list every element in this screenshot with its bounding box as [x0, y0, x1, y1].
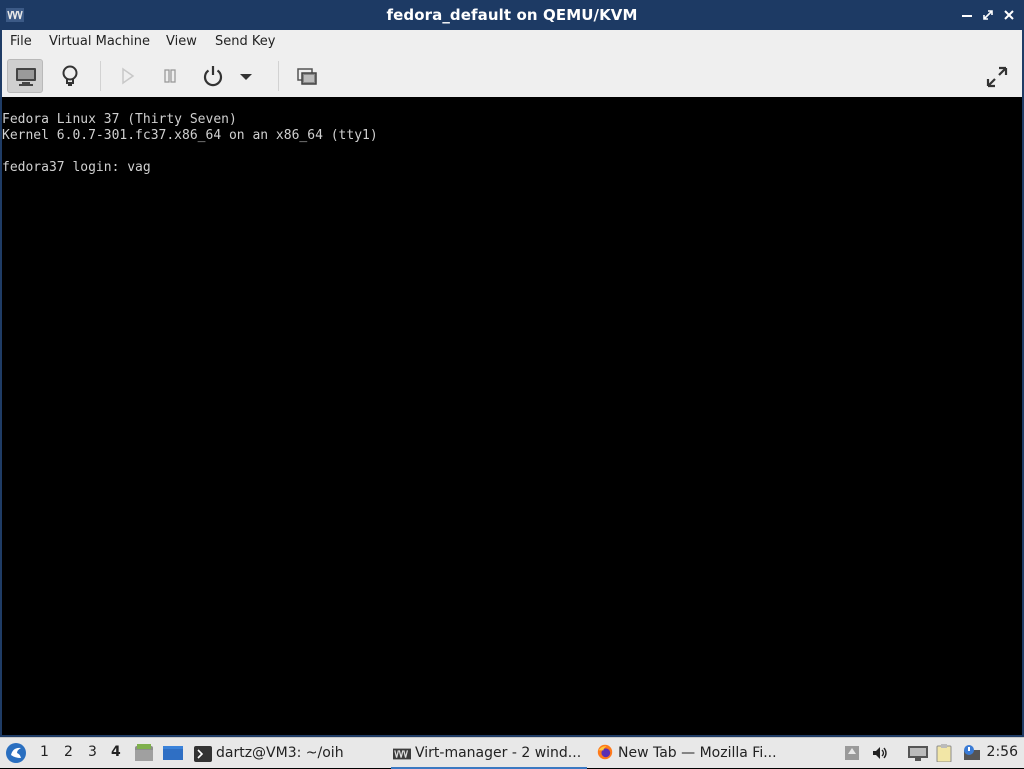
- menu-bar: File Virtual Machine View Send Key: [2, 30, 1022, 56]
- file-manager-icon[interactable]: [134, 743, 154, 763]
- minimize-button[interactable]: [959, 7, 975, 23]
- maximize-button[interactable]: [980, 7, 996, 23]
- title-bar[interactable]: fedora_default on QEMU/KVM: [0, 0, 1024, 30]
- task-label: Virt-manager - 2 wind...: [415, 745, 582, 761]
- maximize-icon: [983, 10, 993, 20]
- console-view-button[interactable]: [7, 59, 43, 93]
- virt-manager-icon: [393, 748, 411, 760]
- workspace-3[interactable]: 3: [88, 744, 97, 760]
- menu-virtual-machine[interactable]: Virtual Machine: [49, 34, 150, 49]
- clock: 2:56: [986, 744, 1018, 760]
- toolbar-separator: [278, 61, 279, 91]
- menu-file[interactable]: File: [10, 34, 32, 49]
- dropdown-arrow-icon: [240, 74, 252, 80]
- terminal-icon: [194, 746, 212, 762]
- play-icon: [122, 67, 135, 85]
- console-text: Fedora Linux 37 (Thirty Seven) Kernel 6.…: [2, 112, 378, 175]
- close-button[interactable]: [1001, 7, 1017, 23]
- snapshots-button[interactable]: [289, 59, 325, 93]
- fullscreen-button[interactable]: [978, 59, 1014, 93]
- clipboard-icon[interactable]: [935, 744, 953, 762]
- task-label: New Tab — Mozilla Fi...: [618, 745, 777, 761]
- pause-icon: [164, 69, 176, 83]
- fullscreen-icon: [986, 66, 1008, 88]
- volume-icon[interactable]: [871, 744, 889, 762]
- menu-view[interactable]: View: [166, 34, 197, 49]
- notifications-icon[interactable]: [961, 744, 983, 762]
- shutdown-menu-button[interactable]: [234, 59, 258, 93]
- minimize-icon: [962, 15, 972, 17]
- task-firefox[interactable]: New Tab — Mozilla Fi...: [594, 741, 790, 767]
- task-terminal[interactable]: dartz@VM3: ~/oih: [192, 741, 382, 767]
- taskbar: 1 2 3 4 dartz@VM3: ~/oih Virt-manager - …: [0, 737, 1024, 769]
- workspace-4[interactable]: 4: [111, 744, 121, 760]
- close-icon: [1004, 10, 1014, 20]
- tray-updates-icon[interactable]: [843, 744, 861, 762]
- show-desktop-icon[interactable]: [162, 743, 184, 763]
- lightbulb-icon: [62, 65, 78, 86]
- network-icon[interactable]: [907, 744, 929, 762]
- vm-window: fedora_default on QEMU/KVM File Virtual …: [0, 0, 1024, 737]
- workspace-1[interactable]: 1: [40, 744, 49, 760]
- shutdown-button[interactable]: [195, 59, 231, 93]
- task-label: dartz@VM3: ~/oih: [216, 745, 344, 761]
- menu-send-key[interactable]: Send Key: [215, 34, 275, 49]
- start-menu-icon[interactable]: [5, 742, 27, 764]
- window-title: fedora_default on QEMU/KVM: [386, 6, 638, 24]
- details-view-button[interactable]: [52, 59, 88, 93]
- firefox-icon: [597, 744, 613, 760]
- console-icon: [16, 68, 36, 86]
- toolbar: [2, 55, 1022, 98]
- vm-console[interactable]: Fedora Linux 37 (Thirty Seven) Kernel 6.…: [2, 97, 1022, 735]
- run-button[interactable]: [109, 59, 145, 93]
- pause-button[interactable]: [152, 59, 188, 93]
- snapshots-icon: [297, 68, 317, 85]
- power-icon: [203, 66, 223, 87]
- workspace-2[interactable]: 2: [64, 744, 73, 760]
- toolbar-separator: [100, 61, 101, 91]
- task-virt-manager[interactable]: Virt-manager - 2 wind...: [391, 741, 587, 769]
